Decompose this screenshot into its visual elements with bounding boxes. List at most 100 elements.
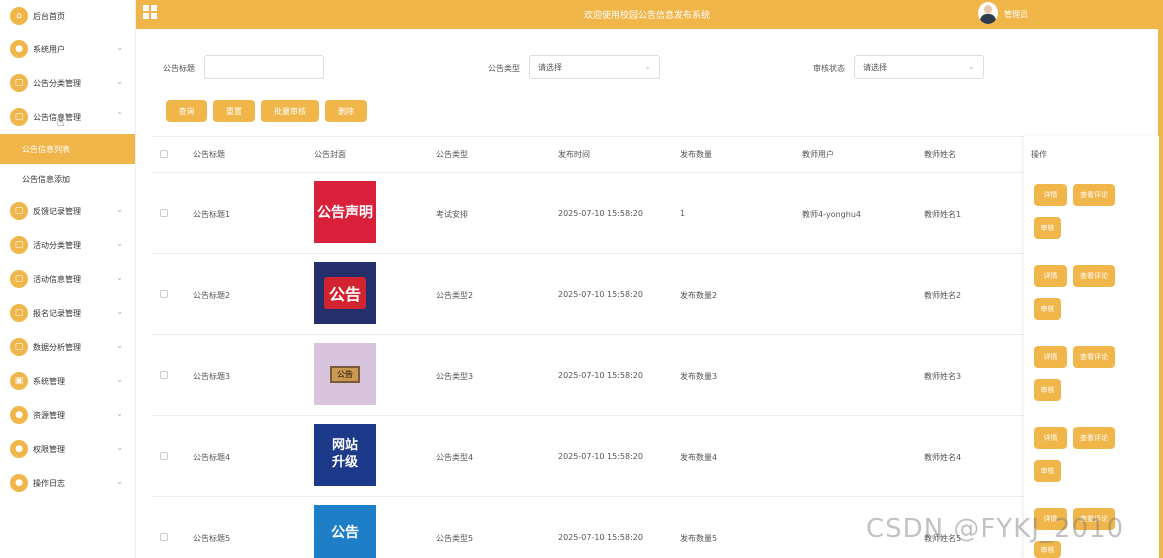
- cell-time: 2025-07-10 15:58:20: [558, 290, 643, 299]
- cell-type: 考试安排: [436, 210, 468, 219]
- filter-status-label: 审核状态: [813, 64, 845, 73]
- folder-icon: ▢: [10, 338, 28, 356]
- review-button[interactable]: 审核: [1034, 460, 1061, 482]
- review-button[interactable]: 审核: [1034, 379, 1061, 401]
- detail-button[interactable]: 详情: [1034, 346, 1067, 368]
- user-icon: ●: [10, 474, 28, 492]
- table-divider: [152, 172, 1155, 173]
- sidebar-item-activity-info[interactable]: ▢ 活动信息管理 ⌄: [0, 262, 135, 296]
- sidebar-item-label: 活动信息管理: [33, 274, 81, 284]
- title-search-input[interactable]: [204, 55, 324, 79]
- sidebar-item-home[interactable]: ⌂ 后台首页: [0, 0, 135, 32]
- operations-column: 操作 详情 查看评论 审核 详情 查看评论 审核 详情 查看评论 审核 详情 查…: [1024, 136, 1159, 558]
- cell-count: 发布数量5: [680, 534, 718, 543]
- sidebar-item-label: 反馈记录管理: [33, 206, 81, 216]
- folder-icon: ▢: [10, 304, 28, 322]
- chevron-down-icon: ⌄: [644, 62, 651, 71]
- select-all-checkbox[interactable]: [160, 150, 168, 158]
- col-header-type: 公告类型: [436, 150, 468, 159]
- chevron-down-icon: ⌄: [116, 77, 123, 86]
- sidebar-subitem-label: 公告信息添加: [22, 174, 70, 184]
- view-comments-button[interactable]: 查看评论: [1073, 346, 1115, 368]
- cover-image-text: 公告: [328, 285, 361, 304]
- avatar[interactable]: [978, 2, 998, 24]
- cell-title: 公告标题1: [193, 210, 231, 219]
- cell-time: 2025-07-10 15:58:20: [558, 209, 643, 218]
- chevron-down-icon: ⌄: [116, 205, 123, 214]
- folder-icon: ▢: [10, 202, 28, 220]
- cell-type: 公告类型4: [436, 453, 474, 462]
- cell-teacher-name: 教师姓名2: [924, 291, 962, 300]
- detail-button[interactable]: 详情: [1034, 184, 1067, 206]
- col-header-cover: 公告封面: [314, 150, 346, 159]
- sidebar-item-resources[interactable]: ● 资源管理 ⌄: [0, 398, 135, 432]
- folder-icon: ▢: [10, 236, 28, 254]
- sidebar-item-notice-info[interactable]: ▢ 公告信息管理 ⌃: [0, 100, 135, 134]
- cover-image: 公告声明: [314, 181, 376, 243]
- cell-time: 2025-07-10 15:58:20: [558, 533, 643, 542]
- row-checkbox[interactable]: [160, 290, 168, 298]
- sidebar-item-label: 公告分类管理: [33, 78, 81, 88]
- view-comments-button[interactable]: 查看评论: [1073, 184, 1115, 206]
- sidebar-item-system[interactable]: ▣ 系统管理 ⌄: [0, 364, 135, 398]
- sidebar-item-notice-category[interactable]: ▢ 公告分类管理 ⌄: [0, 66, 135, 100]
- batch-review-button[interactable]: 批量审核: [261, 100, 319, 122]
- table-divider: [152, 496, 1155, 497]
- delete-button[interactable]: 删除: [325, 100, 367, 122]
- sidebar-item-activity-category[interactable]: ▢ 活动分类管理 ⌄: [0, 228, 135, 262]
- review-button[interactable]: 审核: [1034, 298, 1061, 320]
- search-button[interactable]: 查询: [166, 100, 207, 122]
- cover-image-text: 公告: [331, 524, 359, 541]
- sidebar-subitem-notice-add[interactable]: 公告信息添加: [0, 164, 135, 194]
- chevron-down-icon: ⌄: [116, 443, 123, 452]
- row-checkbox[interactable]: [160, 371, 168, 379]
- col-header-ops: 操作: [1031, 150, 1047, 159]
- detail-button[interactable]: 详情: [1034, 265, 1067, 287]
- cell-type: 公告类型3: [436, 372, 474, 381]
- watermark: CSDN @FYKJ_2010: [866, 514, 1125, 544]
- row-checkbox[interactable]: [160, 452, 168, 460]
- review-button[interactable]: 审核: [1034, 217, 1061, 239]
- cover-image-text: 网站升级: [331, 438, 358, 470]
- col-header-count: 发布数量: [680, 150, 712, 159]
- cell-title: 公告标题5: [193, 534, 231, 543]
- sidebar-subitem-notice-list[interactable]: 公告信息列表: [0, 134, 135, 164]
- reset-button[interactable]: 重置: [213, 100, 255, 122]
- cell-teacher-name: 教师姓名4: [924, 453, 962, 462]
- image-icon: ▣: [10, 372, 28, 390]
- chevron-down-icon: ⌄: [116, 409, 123, 418]
- location-icon: ●: [10, 406, 28, 424]
- view-comments-button[interactable]: 查看评论: [1073, 265, 1115, 287]
- sidebar-item-analytics[interactable]: ▢ 数据分析管理 ⌄: [0, 330, 135, 364]
- sidebar-item-label: 系统用户: [33, 44, 65, 54]
- cover-image: 网站升级: [314, 424, 376, 486]
- view-comments-button[interactable]: 查看评论: [1073, 427, 1115, 449]
- cover-image: 公告: [314, 262, 376, 324]
- sidebar-subitem-label: 公告信息列表: [22, 144, 70, 154]
- row-checkbox[interactable]: [160, 209, 168, 217]
- col-header-title[interactable]: 公告标题: [193, 149, 225, 160]
- chevron-down-icon: ⌄: [116, 307, 123, 316]
- sidebar-item-system-users[interactable]: ● 系统用户 ⌄: [0, 32, 135, 66]
- folder-icon: ▢: [10, 270, 28, 288]
- row-checkbox[interactable]: [160, 533, 168, 541]
- sidebar-item-label: 系统管理: [33, 376, 65, 386]
- cell-count: 发布数量4: [680, 453, 718, 462]
- sidebar-item-permissions[interactable]: ● 权限管理 ⌄: [0, 432, 135, 466]
- cell-count: 发布数量2: [680, 291, 718, 300]
- cell-type: 公告类型5: [436, 534, 474, 543]
- sidebar-item-logs[interactable]: ● 操作日志 ⌄: [0, 466, 135, 500]
- sidebar-item-label: 操作日志: [33, 478, 65, 488]
- detail-button[interactable]: 详情: [1034, 427, 1067, 449]
- cell-teacher-name: 教师姓名1: [924, 210, 962, 219]
- sidebar-item-registration[interactable]: ▢ 报名记录管理 ⌄: [0, 296, 135, 330]
- chevron-down-icon: ⌄: [116, 341, 123, 350]
- sidebar-item-feedback[interactable]: ▢ 反馈记录管理 ⌄: [0, 194, 135, 228]
- status-select[interactable]: 请选择 ⌄: [854, 55, 984, 79]
- type-select[interactable]: 请选择 ⌄: [529, 55, 660, 79]
- sidebar-item-label: 活动分类管理: [33, 240, 81, 250]
- cover-image: 公告: [314, 505, 376, 558]
- cell-count: 发布数量3: [680, 372, 718, 381]
- user-name[interactable]: 管理员: [1004, 9, 1028, 20]
- cell-teacher: 教师4-yonghu4: [802, 210, 861, 219]
